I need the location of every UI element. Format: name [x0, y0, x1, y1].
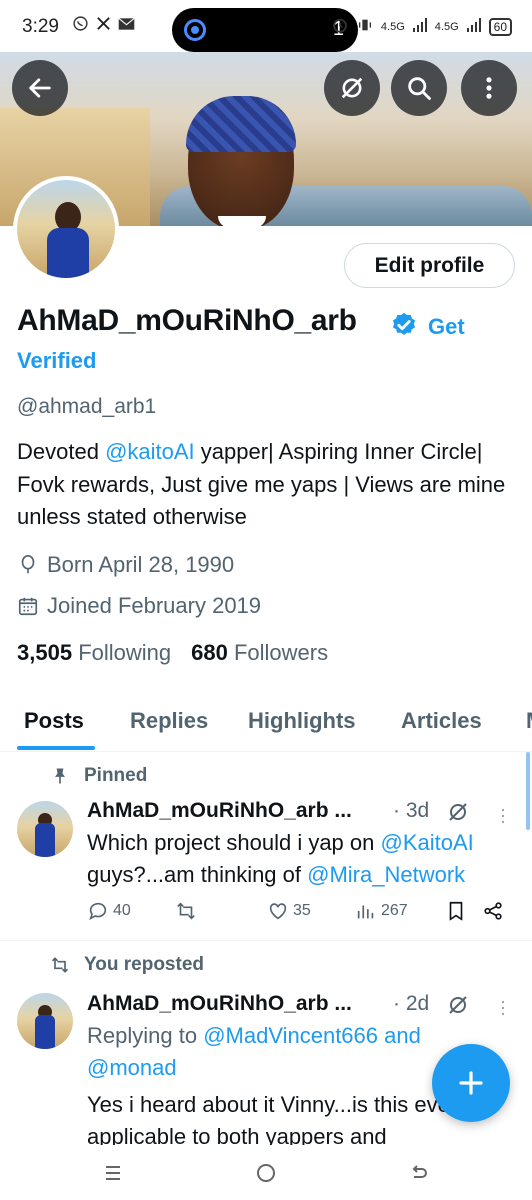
- tab-media[interactable]: M: [526, 708, 532, 734]
- post-divider: [0, 940, 532, 941]
- menu-icon: [106, 1166, 120, 1180]
- following-link[interactable]: 3,505 Following: [17, 640, 171, 666]
- mail-icon: [118, 16, 135, 36]
- birthday-row: Born April 28, 1990: [17, 552, 234, 578]
- plus-icon: [459, 1071, 483, 1095]
- tab-articles[interactable]: Articles: [401, 708, 482, 734]
- android-nav-bar: [0, 1146, 532, 1200]
- profile-bio: Devoted @kaitoAI yapper| Aspiring Inner …: [17, 439, 506, 529]
- alarm-icon: [331, 16, 349, 37]
- post-text[interactable]: Which project should i yap on @KaitoAI g…: [87, 827, 507, 891]
- more-vertical-icon: [486, 77, 492, 99]
- tab-replies[interactable]: Replies: [130, 708, 208, 734]
- search-icon: [408, 77, 431, 100]
- signal-icon: [412, 18, 427, 35]
- pinned-label: Pinned: [50, 765, 147, 787]
- pin-icon: [55, 768, 65, 784]
- battery-indicator: 60: [488, 17, 512, 36]
- status-time: 3:29: [22, 16, 59, 37]
- post-author-name[interactable]: AhMaD_mOuRiNhO_arb ...: [87, 992, 352, 1016]
- scrollbar[interactable]: [526, 752, 530, 830]
- profile-tabs: Posts Replies Highlights Articles M: [0, 700, 532, 752]
- home-circle-icon: [257, 1164, 275, 1182]
- bookmark-icon: [449, 901, 463, 921]
- repost-icon: [51, 957, 69, 973]
- post-author-name[interactable]: AhMaD_mOuRiNhO_arb ...: [87, 799, 352, 823]
- like-button[interactable]: 35: [267, 900, 311, 922]
- reply-icon: [89, 902, 107, 920]
- views-icon: [357, 905, 374, 919]
- repost-label: You reposted: [50, 954, 204, 976]
- home-button[interactable]: [251, 1160, 281, 1186]
- balloon-icon: [21, 555, 35, 574]
- back-button[interactable]: [12, 60, 68, 116]
- followers-link[interactable]: 680 Followers: [191, 640, 328, 666]
- reply-button[interactable]: 40: [87, 900, 131, 922]
- broadcast-icon: [184, 19, 206, 41]
- post-actions: 40 35 267: [87, 900, 507, 928]
- edit-profile-button[interactable]: Edit profile: [344, 243, 515, 288]
- grok-icon: [341, 77, 363, 99]
- post-time[interactable]: · 3d: [393, 799, 429, 823]
- network-1: 4.5G: [380, 20, 405, 33]
- share-icon: [484, 902, 502, 920]
- calendar-icon: [18, 597, 38, 616]
- profile-handle: @ahmad_arb1: [17, 395, 157, 418]
- profile-avatar[interactable]: [13, 176, 119, 282]
- repost-icon: [177, 902, 195, 920]
- joined-text: Joined February 2019: [47, 593, 262, 618]
- network-2: 4.5G: [434, 20, 459, 33]
- vibrate-icon: [357, 16, 373, 37]
- grok-button[interactable]: [324, 60, 380, 116]
- post-more-icon[interactable]: · · ·: [500, 992, 506, 1022]
- joined-row: Joined February 2019: [17, 593, 261, 619]
- grok-icon[interactable]: [446, 800, 470, 824]
- x-icon: [95, 15, 112, 37]
- back-arrow-icon: [412, 1165, 427, 1178]
- status-bar: 3:29 1 4.5G 4.5G 60: [0, 0, 532, 52]
- post-more-icon[interactable]: · · ·: [500, 800, 506, 830]
- active-tab-indicator: [17, 746, 95, 750]
- birthday-text: Born April 28, 1990: [47, 552, 235, 577]
- post-avatar[interactable]: [17, 801, 73, 857]
- search-button[interactable]: [391, 60, 447, 116]
- share-button[interactable]: [482, 900, 504, 922]
- heart-icon: [269, 903, 287, 920]
- bio-mention-link[interactable]: @kaitoAI: [105, 439, 195, 464]
- arrow-left-icon: [29, 78, 51, 98]
- grok-icon[interactable]: [446, 993, 470, 1017]
- whatsapp-icon: [72, 15, 89, 37]
- back-nav-button[interactable]: [404, 1160, 434, 1186]
- bookmark-button[interactable]: [445, 900, 467, 922]
- signal-icon: [466, 18, 481, 35]
- tab-highlights[interactable]: Highlights: [248, 708, 356, 734]
- follow-stats: 3,505 Following 680 Followers: [17, 640, 328, 666]
- post-time[interactable]: · 2d: [393, 992, 429, 1016]
- tab-posts[interactable]: Posts: [24, 708, 84, 734]
- views-button[interactable]: 267: [355, 900, 408, 922]
- repost-button[interactable]: [175, 900, 197, 922]
- post-avatar[interactable]: [17, 993, 73, 1049]
- recent-apps-button[interactable]: [98, 1160, 128, 1186]
- compose-post-button[interactable]: [432, 1044, 510, 1122]
- get-verified-link[interactable]: Get Verified: [17, 310, 507, 378]
- more-options-button[interactable]: [461, 60, 517, 116]
